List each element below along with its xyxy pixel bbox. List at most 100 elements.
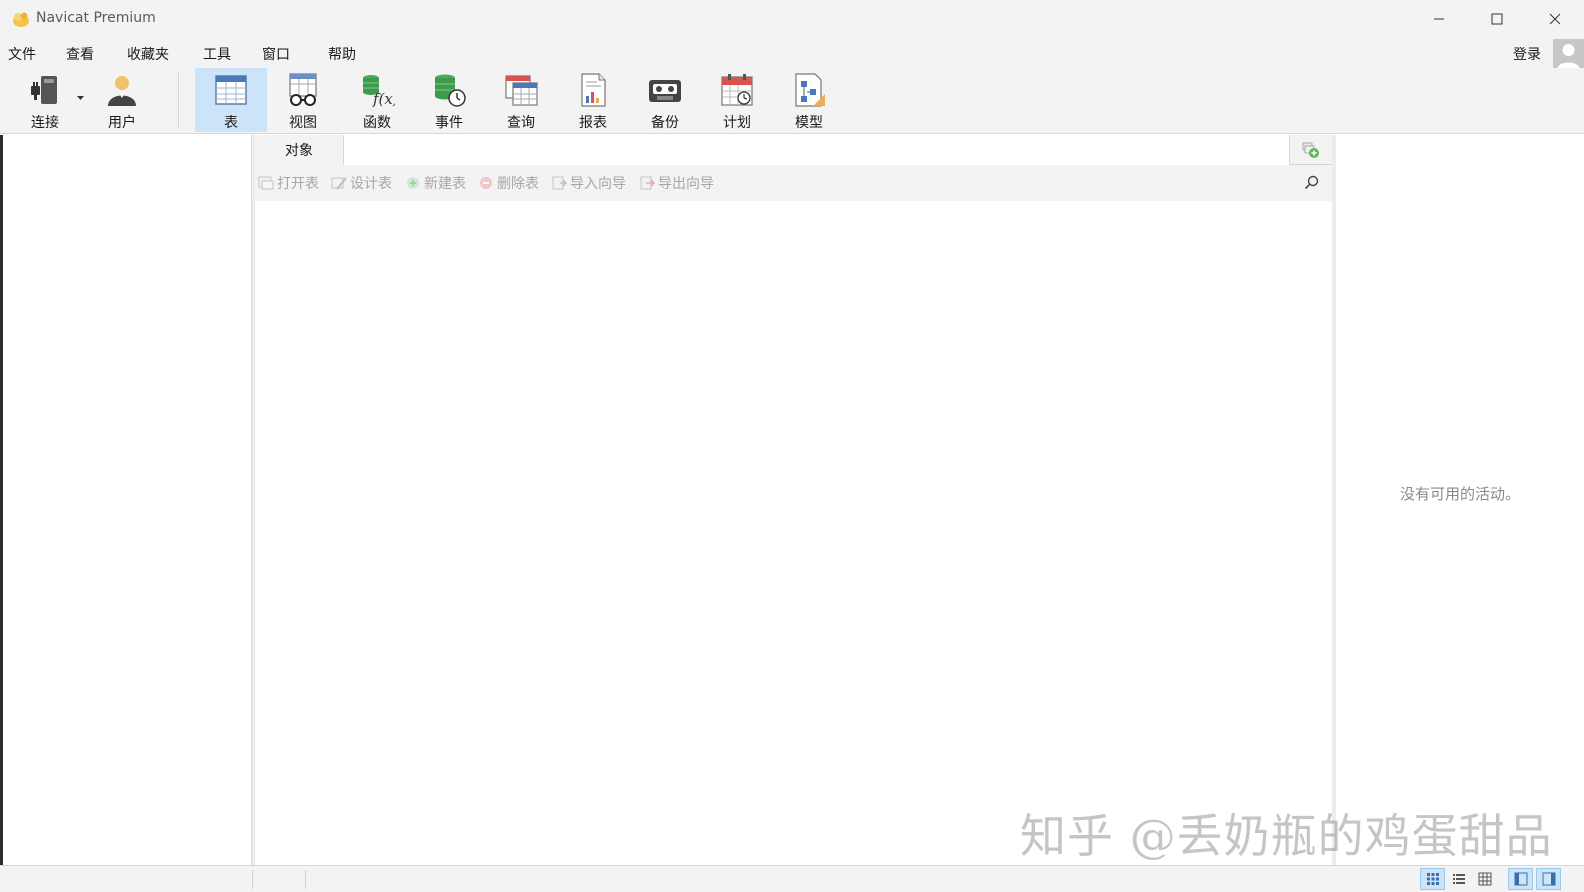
status-divider: [305, 870, 306, 889]
menu-bar: 文件 查看 收藏夹 工具 窗口 帮助: [0, 38, 1584, 68]
user-button[interactable]: 用户: [96, 68, 148, 132]
window-left-edge: [0, 135, 3, 865]
user-avatar-icon: [1557, 44, 1580, 70]
model-label: 模型: [795, 115, 823, 131]
export-wizard-label: 导出向导: [658, 176, 714, 192]
open-table-button[interactable]: 打开表: [258, 174, 319, 192]
new-table-button[interactable]: 新建表: [405, 174, 466, 192]
export-wizard-button[interactable]: 导出向导: [639, 174, 714, 192]
report-label: 报表: [579, 115, 607, 131]
event-clock-icon: [435, 74, 466, 107]
design-table-label: 设计表: [350, 176, 392, 192]
table-icon: [215, 74, 247, 105]
query-icon: [505, 74, 538, 106]
grid-view-icon: [1426, 873, 1439, 885]
left-panel-icon: [1514, 872, 1527, 886]
function-label: 函数: [363, 115, 391, 131]
export-icon: [640, 176, 655, 190]
delete-table-button[interactable]: 删除表: [478, 174, 539, 192]
open-table-label: 打开表: [277, 176, 319, 192]
design-table-icon: [331, 177, 347, 190]
function-fx-icon: f(x): [363, 74, 395, 108]
import-icon: [552, 176, 567, 190]
search-icon[interactable]: [1303, 174, 1321, 192]
menu-view[interactable]: 查看: [66, 44, 94, 64]
report-button[interactable]: 报表: [562, 68, 624, 132]
model-diagram-icon: [795, 72, 825, 107]
menu-file[interactable]: 文件: [8, 44, 36, 64]
toggle-left-panel-button[interactable]: [1508, 868, 1533, 890]
schedule-calendar-icon: [721, 73, 753, 106]
maximize-button[interactable]: [1468, 0, 1526, 38]
add-tab-icon: [1302, 142, 1319, 158]
delete-table-label: 删除表: [497, 176, 539, 192]
minimize-button[interactable]: [1410, 0, 1468, 38]
minimize-icon: [1434, 18, 1444, 20]
report-icon: [581, 72, 606, 107]
plug-connect-icon: [31, 75, 57, 104]
event-button[interactable]: 事件: [418, 68, 480, 132]
backup-label: 备份: [651, 115, 679, 131]
window-title: Navicat Premium: [36, 10, 156, 26]
delete-table-icon: [480, 177, 492, 189]
login-link[interactable]: 登录: [1513, 44, 1541, 64]
import-wizard-label: 导入向导: [570, 176, 626, 192]
empty-activity-message: 没有可用的活动。: [1399, 485, 1520, 503]
view-button[interactable]: 视图: [272, 68, 334, 132]
user-icon: [108, 75, 136, 106]
query-label: 查询: [507, 115, 535, 131]
query-button[interactable]: 查询: [490, 68, 552, 132]
tab-objects[interactable]: 对象: [255, 135, 343, 165]
open-table-icon: [258, 176, 274, 190]
close-icon: [1549, 13, 1561, 25]
detail-view-icon: [1478, 872, 1491, 886]
view-label: 视图: [289, 115, 317, 131]
detail-view-button[interactable]: [1472, 868, 1497, 890]
new-table-label: 新建表: [424, 176, 466, 192]
status-bar: [0, 865, 1584, 892]
info-panel: 没有可用的活动。: [1336, 135, 1584, 865]
menu-window[interactable]: 窗口: [262, 44, 290, 64]
title-bar: Navicat Premium: [0, 0, 1584, 38]
connect-label: 连接: [31, 115, 59, 131]
schedule-label: 计划: [723, 115, 751, 131]
svg-text:f(x): f(x): [372, 90, 395, 108]
tab-strip-area: [343, 135, 1290, 165]
import-wizard-button[interactable]: 导入向导: [551, 174, 626, 192]
new-table-icon: [407, 177, 419, 189]
user-label: 用户: [108, 115, 136, 131]
connect-button[interactable]: 连接: [16, 68, 74, 132]
menu-favorites[interactable]: 收藏夹: [127, 44, 169, 64]
table-button[interactable]: 表: [195, 68, 267, 132]
close-button[interactable]: [1526, 0, 1584, 38]
maximize-icon: [1491, 13, 1503, 25]
list-view-icon: [1452, 874, 1465, 884]
toggle-right-panel-button[interactable]: [1536, 868, 1561, 890]
tab-bar: 对象: [255, 135, 1332, 165]
event-label: 事件: [435, 115, 463, 131]
main-toolbar: 连接 用户 表 视图 f(x 函数 事件 查询 报表 备份 计划 模型: [0, 68, 1584, 134]
object-action-bar: 打开表 设计表 新建表 删除表 导入向导 导出向导: [255, 165, 1332, 201]
watermark: 知乎 @丢奶瓶的鸡蛋甜品: [1020, 809, 1553, 863]
new-tab-button[interactable]: [1290, 135, 1332, 165]
function-button[interactable]: f(x) 函数: [346, 68, 408, 132]
grid-view-button[interactable]: [1420, 868, 1445, 890]
menu-tools[interactable]: 工具: [203, 44, 231, 64]
model-button[interactable]: 模型: [778, 68, 840, 132]
backup-button[interactable]: 备份: [634, 68, 696, 132]
status-divider: [252, 870, 253, 889]
menu-help[interactable]: 帮助: [328, 44, 356, 64]
toolbar-divider: [178, 72, 179, 128]
object-list-area[interactable]: [255, 201, 1332, 865]
design-table-button[interactable]: 设计表: [331, 174, 392, 192]
navicat-logo-icon: [13, 12, 29, 27]
table-label: 表: [224, 115, 238, 131]
schedule-button[interactable]: 计划: [706, 68, 768, 132]
chevron-down-icon[interactable]: [77, 96, 84, 101]
backup-tape-icon: [649, 79, 681, 102]
right-panel-icon: [1542, 872, 1555, 886]
connection-tree-panel[interactable]: [0, 135, 252, 865]
avatar[interactable]: [1553, 39, 1584, 70]
list-view-button[interactable]: [1446, 868, 1471, 890]
main-content-panel: 对象 打开表 设计表 新建表 删除表 导入向导 导出向导: [255, 135, 1332, 865]
